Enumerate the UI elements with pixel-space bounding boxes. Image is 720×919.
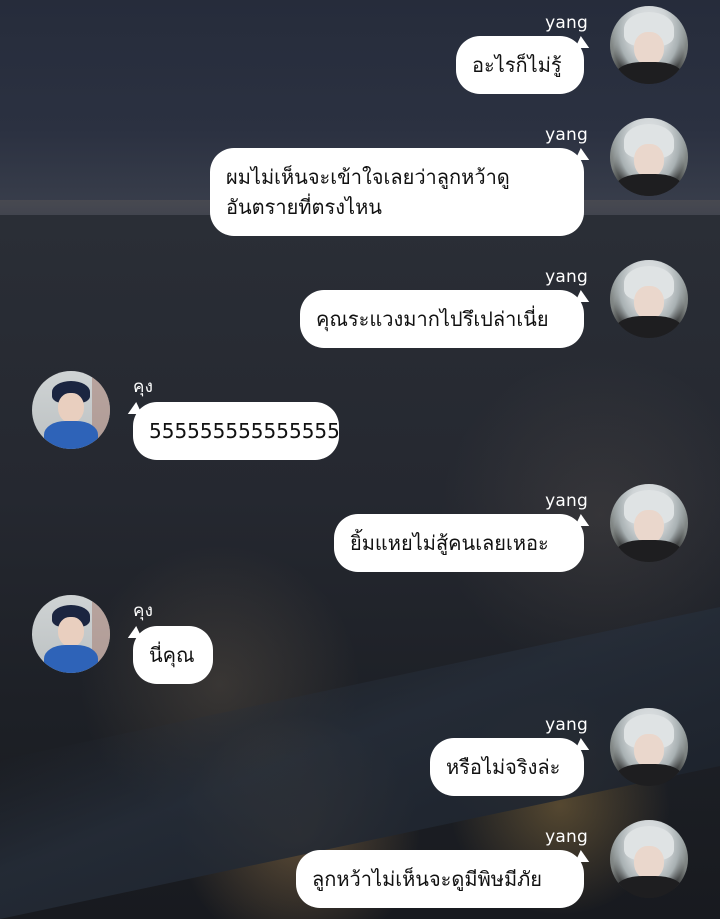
avatar-face (634, 32, 664, 66)
message-bubble[interactable]: คุณระแวงมากไปรึเปล่าเนี่ย (300, 290, 584, 348)
message-row: คุง 555555555555555 (0, 366, 720, 466)
avatar-face (634, 286, 664, 320)
yang-avatar-icon[interactable] (610, 820, 688, 898)
avatar-face (58, 393, 84, 423)
message-bubble[interactable]: ลูกหว้าไม่เห็นจะดูมีพิษมีภัย (296, 850, 584, 908)
avatar-face (634, 510, 664, 544)
message-row: คุง นี่คุณ (0, 590, 720, 690)
message-row: yang ผมไม่เห็นจะเข้าใจเลยว่าลูกหว้าดู อั… (0, 112, 720, 242)
sender-name: yang (545, 715, 588, 735)
chat-screen: yang อะไรก็ไม่รู้ yang ผมไม่เห็นจะเข้าใจ… (0, 0, 720, 919)
avatar-shirt (616, 764, 682, 786)
avatar-face (634, 846, 664, 880)
avatar-face (58, 617, 84, 647)
message-row: yang ลูกหว้าไม่เห็นจะดูมีพิษมีภัย (0, 814, 720, 919)
message-row: yang คุณระแวงมากไปรึเปล่าเนี่ย (0, 254, 720, 354)
sender-name: คุง (133, 601, 154, 621)
yang-avatar-icon[interactable] (610, 260, 688, 338)
yang-avatar-icon[interactable] (610, 484, 688, 562)
sender-name: yang (545, 125, 588, 145)
avatar-suit (44, 421, 98, 449)
avatar-shirt (616, 174, 682, 196)
yang-avatar-icon[interactable] (610, 6, 688, 84)
avatar-face (634, 734, 664, 768)
message-bubble[interactable]: หรือไม่จริงล่ะ (430, 738, 584, 796)
message-bubble[interactable]: ผมไม่เห็นจะเข้าใจเลยว่าลูกหว้าดู อันตราย… (210, 148, 584, 236)
message-bubble[interactable]: นี่คุณ (133, 626, 213, 684)
message-bubble[interactable]: 555555555555555 (133, 402, 340, 460)
message-bubble[interactable]: ยิ้มแหยไม่สู้คนเลยเหอะ (334, 514, 584, 572)
yang-avatar-icon[interactable] (610, 708, 688, 786)
avatar-shirt (616, 62, 682, 84)
sender-name: yang (545, 827, 588, 847)
kun-avatar-icon[interactable] (32, 595, 110, 673)
sender-name: คุง (133, 377, 154, 397)
avatar-suit (44, 645, 98, 673)
sender-name: yang (545, 13, 588, 33)
message-row: yang ยิ้มแหยไม่สู้คนเลยเหอะ (0, 478, 720, 578)
avatar-shirt (616, 316, 682, 338)
avatar-shirt (616, 540, 682, 562)
avatar-shirt (616, 876, 682, 898)
kun-avatar-icon[interactable] (32, 371, 110, 449)
message-row: yang อะไรก็ไม่รู้ (0, 0, 720, 100)
sender-name: yang (545, 491, 588, 511)
message-bubble[interactable]: อะไรก็ไม่รู้ (456, 36, 584, 94)
avatar-face (634, 144, 664, 178)
yang-avatar-icon[interactable] (610, 118, 688, 196)
sender-name: yang (545, 267, 588, 287)
message-row: yang หรือไม่จริงล่ะ (0, 702, 720, 802)
